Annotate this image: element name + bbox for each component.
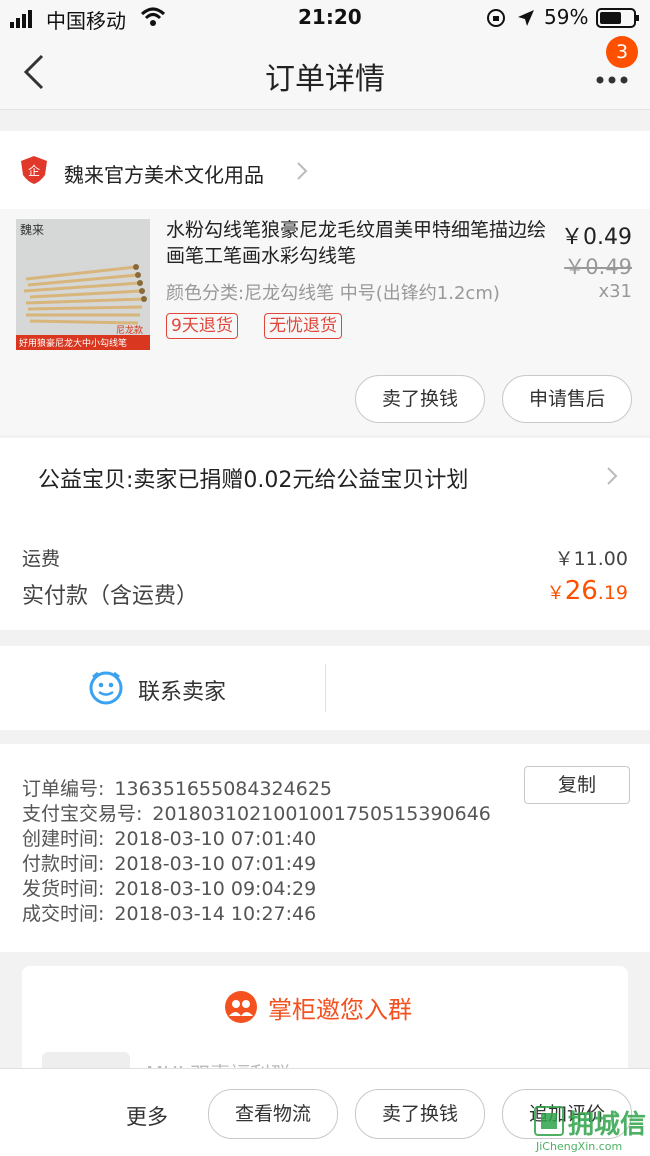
- order-detail-label: 创建时间:: [22, 828, 105, 850]
- watermark-site-text: JiChengXin.com: [536, 1140, 623, 1153]
- order-details: 订单编号: 136351655084324625 支付宝交易号: 2018031021…: [22, 774, 622, 925]
- chevron-right-icon: [606, 466, 618, 490]
- order-detail-value: 2018031021001001750515390646: [152, 803, 491, 825]
- location-icon: [516, 8, 536, 33]
- rotation-lock-icon: [486, 8, 506, 33]
- group-invite-card[interactable]: 掌柜邀您入群 MUI 双喜福利群: [22, 966, 628, 1076]
- product-row[interactable]: 魏来 好用狼豪尼龙大中小勾线笔 尼龙款 水粉勾线笔狼豪尼龙毛纹眉美甲特细笔描边绘…: [0, 209, 650, 355]
- order-detail-label: 发货时间:: [22, 878, 105, 900]
- order-detail-row: 付款时间: 2018-03-10 07:01:49: [22, 849, 622, 875]
- order-detail-label: 成交时间:: [22, 903, 105, 925]
- product-quantity: x31: [598, 281, 632, 302]
- notification-badge: 3: [606, 36, 638, 68]
- charity-text: 公益宝贝:卖家已捐赠0.02元给公益宝贝计划: [38, 468, 469, 493]
- order-detail-value: 2018-03-10 09:04:29: [114, 878, 317, 900]
- paid-label: 实付款（含运费）: [22, 584, 199, 609]
- watermark-logo-icon: [534, 1106, 564, 1140]
- signal-icon: [10, 9, 40, 28]
- page-title: 订单详情: [265, 62, 385, 97]
- sell-for-cash-button[interactable]: 卖了换钱: [355, 375, 485, 423]
- order-detail-value: 136351655084324625: [114, 778, 332, 800]
- order-detail-row: 发货时间: 2018-03-10 09:04:29: [22, 874, 622, 900]
- product-sku: 颜色分类:尼龙勾线笔 中号(出锋约1.2cm): [166, 283, 500, 304]
- battery-percent: 59%: [544, 5, 589, 29]
- shipping-value: ￥11.00: [554, 548, 628, 570]
- product-original-price: ￥0.49: [564, 255, 632, 279]
- carrier-text: 中国移动: [46, 9, 126, 33]
- thumbnail-corner: 尼龙款: [116, 326, 144, 336]
- paid-decimal: .19: [597, 582, 628, 604]
- paid-amount: ￥26.19: [520, 576, 628, 606]
- battery-icon: [596, 8, 640, 33]
- divider: [325, 664, 326, 712]
- shipping-label: 运费: [22, 548, 61, 570]
- order-detail-label: 支付宝交易号:: [22, 803, 143, 825]
- order-detail-row: 支付宝交易号: 2018031021001001750515390646: [22, 799, 622, 825]
- charity-row[interactable]: 公益宝贝:卖家已捐赠0.02元给公益宝贝计划: [0, 438, 650, 512]
- more-menu-icon[interactable]: [596, 70, 630, 89]
- chat-icon: [88, 670, 124, 710]
- group-title: 掌柜邀您入群: [268, 996, 412, 1024]
- order-info-card: 复制 订单编号: 136351655084324625 支付宝交易号: 2018031…: [0, 744, 650, 952]
- worry-free-return-tag: 无忧退货: [264, 313, 342, 339]
- order-detail-value: 2018-03-14 10:27:46: [114, 903, 317, 925]
- chevron-right-icon: [296, 161, 308, 185]
- product-price: ￥0.49: [561, 225, 632, 250]
- more-button[interactable]: 更多: [126, 1101, 168, 1131]
- shop-card: 企 魏来官方美术文化用品 魏来 好用狼豪尼龙大中小勾线笔 尼龙款 水粉勾线笔狼豪…: [0, 131, 650, 435]
- product-title: 水粉勾线笔狼豪尼龙毛纹眉美甲特细笔描边绘画笔工笔画水彩勾线笔: [166, 219, 547, 267]
- product-thumbnail: 魏来 好用狼豪尼龙大中小勾线笔 尼龙款: [16, 219, 150, 350]
- shop-header[interactable]: 企 魏来官方美术文化用品: [0, 131, 650, 209]
- nav-bar: 订单详情 3: [0, 36, 650, 110]
- status-bar: 中国移动 21:20 59%: [0, 0, 650, 36]
- order-detail-value: 2018-03-10 07:01:40: [114, 828, 317, 850]
- wifi-icon: [140, 7, 166, 32]
- clock-text: 21:20: [298, 5, 362, 29]
- paid-main: 26: [564, 576, 598, 606]
- order-detail-label: 订单编号:: [22, 778, 105, 800]
- shop-badge-icon: 企: [20, 155, 48, 189]
- return-9day-tag: 9天退货: [166, 313, 238, 339]
- order-detail-row: 创建时间: 2018-03-10 07:01:40: [22, 824, 622, 850]
- order-detail-row: 订单编号: 136351655084324625: [22, 774, 622, 800]
- view-logistics-button[interactable]: 查看物流: [208, 1089, 338, 1139]
- order-detail-row: 成交时间: 2018-03-14 10:27:46: [22, 899, 622, 925]
- contact-seller-button[interactable]: 联系卖家: [0, 646, 325, 730]
- watermark-main-text: 拥城信: [568, 1110, 647, 1140]
- shop-name: 魏来官方美术文化用品: [64, 163, 264, 187]
- contact-seller-label: 联系卖家: [138, 680, 227, 705]
- apply-aftersale-button[interactable]: 申请售后: [502, 375, 632, 423]
- thumbnail-caption: 好用狼豪尼龙大中小勾线笔: [19, 339, 128, 349]
- order-detail-label: 付款时间:: [22, 853, 105, 875]
- svg-text:企: 企: [28, 163, 40, 178]
- thumbnail-brand: 魏来: [20, 223, 45, 237]
- charity-fees-card: 公益宝贝:卖家已捐赠0.02元给公益宝贝计划 运费 ￥11.00 实付款（含运费…: [0, 438, 650, 630]
- order-detail-value: 2018-03-10 07:01:49: [114, 853, 317, 875]
- group-icon: [224, 990, 258, 1028]
- watermark: 拥城信 JiChengXin.com: [532, 1104, 648, 1154]
- paid-currency: ￥: [546, 583, 565, 604]
- contact-card: 联系卖家: [0, 646, 650, 730]
- sell-for-cash-bottom-button[interactable]: 卖了换钱: [355, 1089, 485, 1139]
